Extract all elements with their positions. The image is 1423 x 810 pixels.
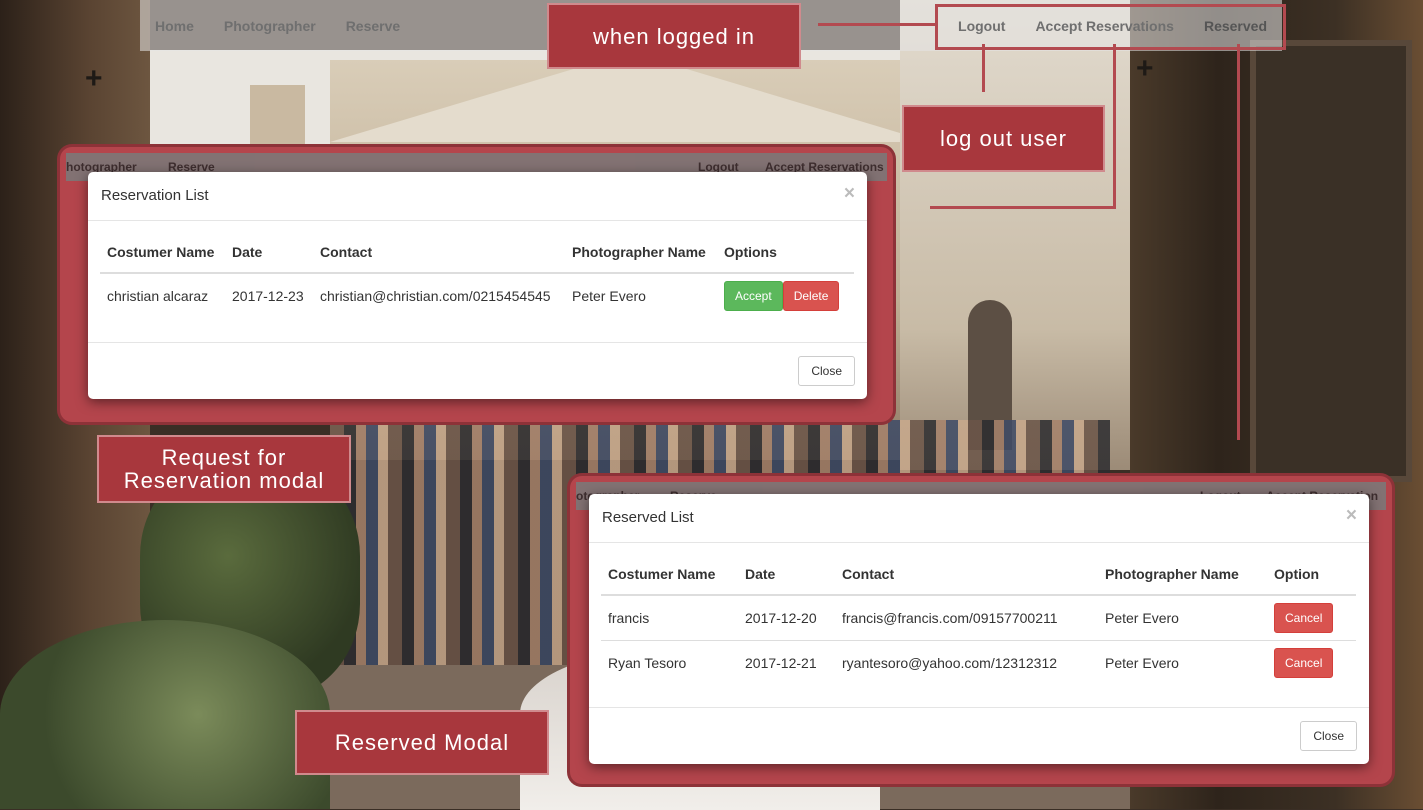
modal-footer: Close [589, 707, 1369, 764]
reserved-table: Costumer Name Date Contact Photographer … [601, 564, 1356, 685]
close-icon[interactable]: × [844, 183, 855, 205]
table-row: christian alcaraz 2017-12-23 christian@c… [100, 273, 854, 318]
table-row: Ryan Tesoro 2017-12-21 ryantesoro@yahoo.… [601, 640, 1356, 685]
cell-options: Accept Delete [717, 273, 854, 318]
cell-date: 2017-12-20 [745, 610, 817, 626]
callout-when-logged-in: when logged in [552, 8, 796, 64]
col-header-customer: Costumer Name [601, 564, 738, 596]
callout-reserved-modal: Reserved Modal [300, 715, 544, 770]
col-header-date: Date [225, 242, 313, 274]
cell-customer: Ryan Tesoro [601, 640, 738, 685]
cell-photographer: Peter Evero [1105, 610, 1179, 626]
nav-reserve-link[interactable]: Reserve [331, 18, 416, 34]
cell-contact: christian@christian.com/0215454545 [320, 288, 551, 304]
cell-option: Cancel [1267, 595, 1356, 641]
connector-line-reserved [1237, 44, 1240, 440]
col-header-customer: Costumer Name [100, 242, 225, 274]
connector-line-logout [982, 44, 985, 92]
cell-date: 2017-12-21 [738, 640, 835, 685]
connector-line-accept-horizontal [930, 206, 1116, 209]
callout-log-out-user: log out user [907, 110, 1100, 167]
reservation-table: Costumer Name Date Contact Photographer … [100, 242, 854, 318]
reserved-list-modal: Reserved List × Costumer Name Date Conta… [589, 494, 1369, 764]
modal-footer: Close [88, 342, 867, 399]
delete-button[interactable]: Delete [782, 281, 840, 311]
modal-header: Reservation List × [88, 172, 867, 221]
cell-customer: francis [608, 610, 650, 626]
nav-left-group: Home Photographer Reserve [140, 0, 415, 51]
close-button[interactable]: Close [1300, 721, 1357, 751]
modal-title: Reserved List [602, 509, 694, 526]
cancel-button[interactable]: Cancel [1274, 648, 1334, 678]
nav-right-highlight-frame [935, 4, 1286, 50]
col-header-option: Option [1267, 564, 1356, 596]
modal-header: Reserved List × [589, 494, 1369, 543]
col-header-contact: Contact [313, 242, 565, 274]
col-header-options: Options [717, 242, 854, 274]
connector-line-logged-in [818, 23, 935, 26]
col-header-photographer: Photographer Name [1098, 564, 1267, 596]
nav-photographer-link[interactable]: Photographer [209, 18, 331, 34]
col-header-date: Date [738, 564, 835, 596]
accept-button[interactable]: Accept [724, 281, 783, 311]
cancel-button[interactable]: Cancel [1274, 603, 1334, 633]
cell-customer: christian alcaraz [107, 288, 209, 304]
close-button[interactable]: Close [798, 356, 855, 386]
connector-line-accept [1113, 44, 1116, 208]
table-row: francis 2017-12-20 francis@francis.com/0… [601, 595, 1356, 641]
cell-date: 2017-12-23 [232, 288, 304, 304]
modal-title: Reservation List [101, 187, 209, 204]
callout-request-reservation-modal: Request for Reservation modal [102, 440, 346, 498]
cell-contact: francis@francis.com/09157700211 [842, 610, 1058, 626]
col-header-contact: Contact [835, 564, 1098, 596]
cell-contact: ryantesoro@yahoo.com/12312312 [835, 640, 1098, 685]
cell-photographer: Peter Evero [1098, 640, 1267, 685]
nav-home-link[interactable]: Home [140, 18, 209, 34]
close-icon[interactable]: × [1346, 505, 1357, 527]
cell-option: Cancel [1267, 640, 1356, 685]
cell-photographer: Peter Evero [572, 288, 646, 304]
col-header-photographer: Photographer Name [565, 242, 717, 274]
reservation-list-modal: Reservation List × Costumer Name Date Co… [88, 172, 867, 399]
